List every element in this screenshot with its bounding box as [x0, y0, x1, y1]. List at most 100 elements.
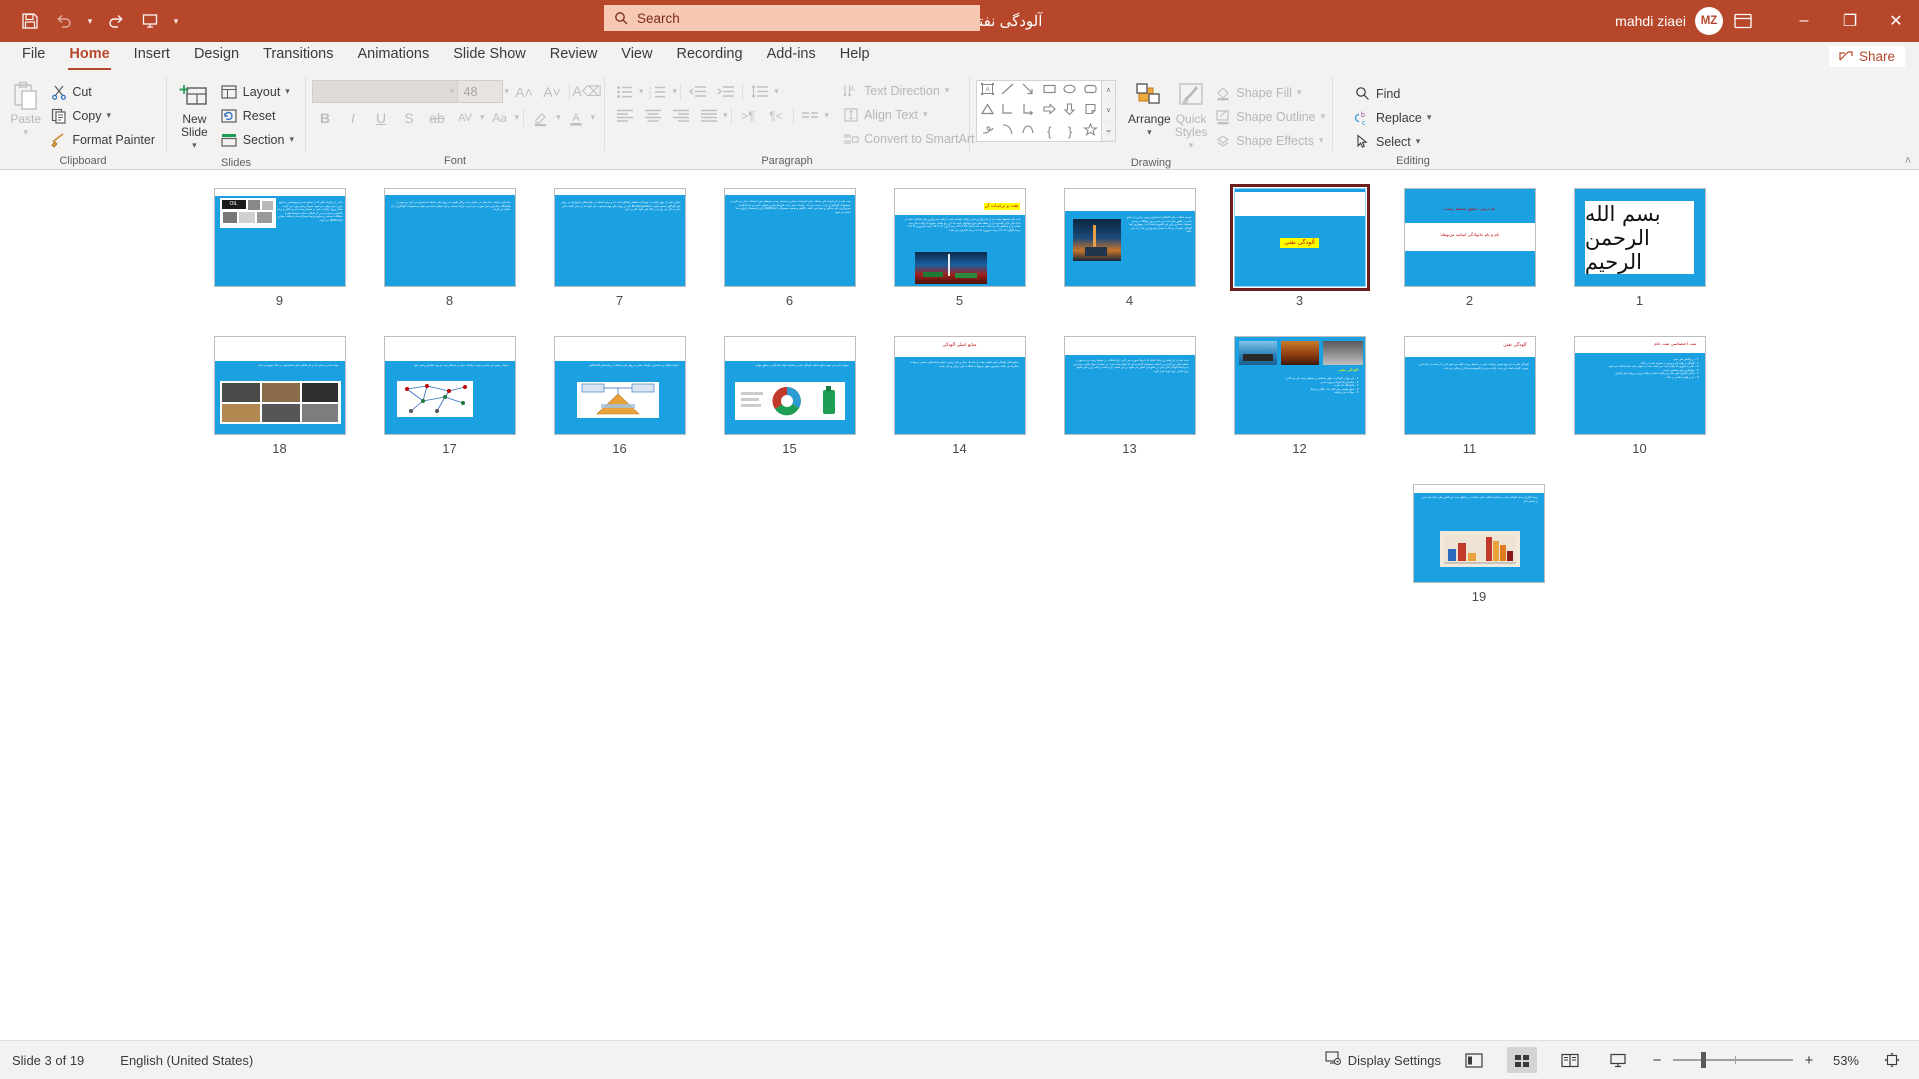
arrange-button[interactable]: Arrange ▾ — [1126, 76, 1173, 142]
align-right-icon[interactable] — [667, 104, 694, 127]
elbow-arrow-connector-icon[interactable] — [1021, 102, 1036, 121]
tab-add-ins[interactable]: Add-ins — [755, 42, 828, 70]
slide-sorter-view-button[interactable] — [1507, 1047, 1537, 1073]
text-box-shape-icon[interactable]: A — [980, 82, 995, 101]
numbering-icon[interactable]: 123 — [645, 80, 672, 103]
numbering-dropdown-icon[interactable]: ▾ — [673, 86, 678, 97]
slide-thumbnail-6[interactable]: نفت خام در اثر فرآیند های مختلف نفتی تاس… — [723, 188, 856, 287]
font-color-icon[interactable]: A — [563, 106, 589, 129]
text-direction-dropdown-icon[interactable]: ▾ — [945, 85, 950, 96]
slide-cell-2[interactable]: نام درس: حقوق محیط زیست نام و نام خانواد… — [1403, 188, 1536, 308]
font-size-input[interactable]: 48 — [456, 80, 503, 103]
character-spacing-icon[interactable]: AV — [452, 106, 478, 129]
slide-thumbnail-7[interactable]: مخازن نفتی از نوع ترکیبات با پیچیدگی مخت… — [553, 188, 686, 287]
tab-transitions[interactable]: Transitions — [251, 42, 345, 70]
quick-styles-dropdown-icon[interactable]: ▾ — [1189, 139, 1194, 152]
italic-button[interactable]: I — [340, 106, 366, 129]
close-button[interactable]: ✕ — [1873, 0, 1919, 42]
customize-quick-access-icon[interactable]: ▾ — [168, 6, 184, 36]
text-shadow-button[interactable]: S — [396, 106, 422, 129]
slide-cell-19[interactable]: درصد گزارش شده آلودگی نفتی و مقایسه فعال… — [1413, 484, 1545, 604]
shape-fill-button[interactable]: Shape Fill ▾ — [1209, 81, 1330, 104]
slide-thumbnail-14[interactable]: منابع اصلی آلودگی منابع اصلی آلودگی نفتی… — [893, 336, 1026, 435]
strikethrough-button[interactable]: ab — [424, 106, 450, 129]
slide-cell-5[interactable]: نفت و ترکیبات آن نفت خام مخلوط پیچیده ای… — [893, 188, 1026, 308]
slide-cell-7[interactable]: مخازن نفتی از نوع ترکیبات با پیچیدگی مخت… — [553, 188, 686, 308]
increase-indent-icon[interactable] — [712, 80, 739, 103]
shapes-scroll-down-icon[interactable]: ˅ — [1102, 101, 1115, 121]
shape-fill-dropdown-icon[interactable]: ▾ — [1297, 87, 1302, 98]
minimize-button[interactable]: – — [1781, 0, 1827, 42]
bold-button[interactable]: B — [312, 106, 338, 129]
slide-thumbnail-19[interactable]: درصد گزارش شده آلودگی نفتی و مقایسه فعال… — [1413, 484, 1545, 583]
copy-button[interactable]: Copy ▾ — [45, 104, 160, 127]
slide-sorter-pane[interactable]: OIL مبلدر از ترکیبات کلی که از صنایع نفت… — [0, 170, 1919, 1039]
slide-thumbnail-3[interactable]: آلودگی نفتی — [1229, 184, 1370, 291]
change-case-icon[interactable]: Aa — [487, 106, 513, 129]
zoom-track[interactable] — [1673, 1052, 1793, 1068]
slide-cell-1[interactable]: بسم الله الرحمن الرحیم 1 — [1573, 188, 1706, 308]
tab-insert[interactable]: Insert — [122, 42, 182, 70]
zoom-out-button[interactable]: − — [1651, 1052, 1663, 1069]
tab-design[interactable]: Design — [182, 42, 251, 70]
slide-cell-6[interactable]: نفت خام در اثر فرآیند های مختلف نفتی تاس… — [723, 188, 856, 308]
undo-icon[interactable] — [48, 6, 80, 36]
section-button[interactable]: Section ▾ — [216, 128, 299, 151]
align-center-icon[interactable] — [639, 104, 666, 127]
replace-button[interactable]: bc Replace ▾ — [1349, 106, 1436, 129]
slideshow-view-button[interactable] — [1603, 1047, 1633, 1073]
share-button[interactable]: Share — [1828, 46, 1905, 67]
zoom-slider[interactable]: − + 53% — [1651, 1052, 1859, 1069]
slide-cell-8[interactable]: مقدماتی ترکیبات خام نفتی در مخازن نفت و … — [383, 188, 516, 308]
paste-button[interactable]: Paste ▾ — [6, 76, 45, 142]
search-box[interactable]: Search — [604, 5, 980, 31]
paste-dropdown-icon[interactable]: ▾ — [23, 126, 28, 139]
zoom-in-button[interactable]: + — [1803, 1052, 1815, 1069]
line-shape-icon[interactable] — [1000, 82, 1015, 101]
slide-cell-12[interactable]: آلودگی نفتی 1 - این نوع از آلودگی به طور… — [1233, 336, 1366, 456]
slide-cell-17[interactable]: نمودار زنجیره ای تبدیل و تجزیه ترکیبات ن… — [383, 336, 516, 456]
scribble-shape-icon[interactable] — [980, 122, 995, 141]
shape-effects-dropdown-icon[interactable]: ▾ — [1319, 135, 1324, 146]
zoom-thumb[interactable] — [1701, 1052, 1706, 1068]
section-dropdown-icon[interactable]: ▾ — [289, 134, 294, 145]
slide-thumbnail-12[interactable]: آلودگی نفتی 1 - این نوع از آلودگی به طور… — [1233, 336, 1366, 435]
font-size-dropdown-icon[interactable]: ▾ — [505, 86, 510, 97]
slide-thumbnail-9[interactable]: OIL مبلدر از ترکیبات کلی که از صنایع نفت… — [213, 188, 346, 287]
font-color-dropdown-icon[interactable]: ▾ — [591, 112, 596, 123]
elbow-connector-icon[interactable] — [1000, 102, 1015, 121]
save-icon[interactable] — [14, 6, 46, 36]
decrease-indent-icon[interactable] — [684, 80, 711, 103]
format-painter-button[interactable]: Format Painter — [45, 128, 160, 151]
slide-thumbnail-1[interactable]: بسم الله الرحمن الرحیم — [1573, 188, 1706, 287]
slide-thumbnail-5[interactable]: نفت و ترکیبات آن نفت خام مخلوط پیچیده ای… — [893, 188, 1026, 287]
right-brace-shape-icon[interactable]: } — [1068, 124, 1072, 139]
left-brace-shape-icon[interactable]: { — [1047, 124, 1051, 139]
shapes-gallery[interactable]: A { } — [976, 80, 1102, 142]
slide-cell-16[interactable]: فرآیند تفکیک و جداسازی ترکیبات نفتی به ر… — [553, 336, 686, 456]
copy-dropdown-icon[interactable]: ▾ — [107, 110, 112, 121]
layout-dropdown-icon[interactable]: ▾ — [285, 86, 290, 97]
replace-dropdown-icon[interactable]: ▾ — [1427, 112, 1432, 123]
select-dropdown-icon[interactable]: ▾ — [1416, 136, 1421, 147]
cut-button[interactable]: Cut — [45, 80, 160, 103]
fit-slide-to-window-icon[interactable] — [1877, 1047, 1907, 1073]
rectangle-shape-icon[interactable] — [1042, 82, 1057, 101]
select-button[interactable]: Select ▾ — [1349, 130, 1436, 153]
find-button[interactable]: Find — [1349, 82, 1436, 105]
text-direction-button[interactable]: A Text Direction ▾ — [837, 79, 989, 102]
reset-button[interactable]: Reset — [216, 104, 299, 127]
line-spacing-icon[interactable] — [746, 80, 773, 103]
slide-cell-13[interactable]: نفت خام در اثر نشتی و رخداد اتفاق ها با … — [1063, 336, 1196, 456]
shape-effects-button[interactable]: Shape Effects ▾ — [1209, 129, 1330, 152]
slide-cell-9[interactable]: OIL مبلدر از ترکیبات کلی که از صنایع نفت… — [213, 188, 346, 308]
tab-recording[interactable]: Recording — [664, 42, 754, 70]
tab-home[interactable]: Home — [57, 42, 121, 70]
tab-help[interactable]: Help — [828, 42, 882, 70]
folded-corner-shape-icon[interactable] — [1083, 102, 1098, 121]
shapes-scroll-up-icon[interactable]: ˄ — [1102, 81, 1115, 101]
shape-outline-dropdown-icon[interactable]: ▾ — [1321, 111, 1326, 122]
slide-indicator[interactable]: Slide 3 of 19 — [12, 1053, 84, 1068]
slide-cell-4[interactable]: توسعه فعالیت های اکتشافی استخراج و بهره … — [1063, 188, 1196, 308]
slide-thumbnail-4[interactable]: توسعه فعالیت های اکتشافی استخراج و بهره … — [1063, 188, 1196, 287]
